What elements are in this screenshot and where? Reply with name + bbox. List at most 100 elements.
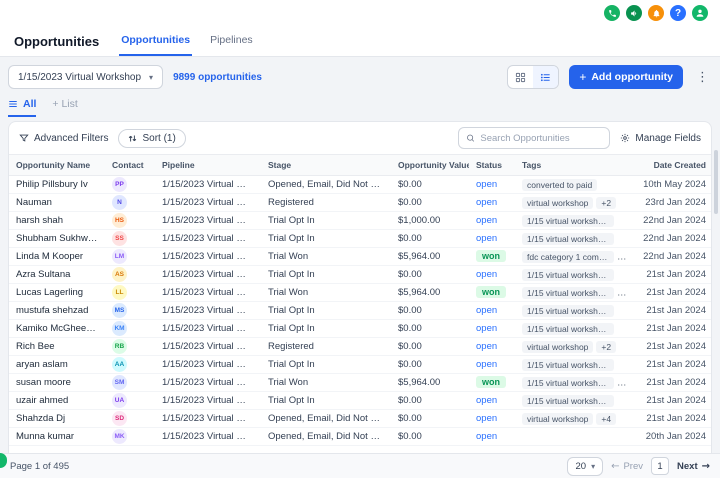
- tab-all[interactable]: All: [8, 93, 36, 117]
- date-cell: 21st Jan 2024: [633, 410, 712, 428]
- table-row[interactable]: Kamiko McGhee Thacker KM 1/15/2023 Virtu…: [9, 320, 712, 338]
- opportunity-name[interactable]: Kamiko McGhee Thacker: [9, 320, 105, 338]
- contact-avatar[interactable]: AS: [112, 267, 127, 282]
- contact-avatar[interactable]: UA: [112, 393, 127, 408]
- col-header-pipeline[interactable]: Pipeline: [155, 155, 261, 176]
- table-row[interactable]: aryan aslam AA 1/15/2023 Virtual Worksho…: [9, 356, 712, 374]
- contact-avatar[interactable]: SS: [112, 231, 127, 246]
- prev-page-button[interactable]: ← Prev: [611, 461, 643, 472]
- col-header-tags[interactable]: Tags: [515, 155, 633, 176]
- opportunity-name[interactable]: uzair ahmed: [9, 392, 105, 410]
- table-row[interactable]: Shahzda Dj SD 1/15/2023 Virtual Workshop…: [9, 410, 712, 428]
- phone-icon[interactable]: [604, 5, 620, 21]
- table-row[interactable]: uzair ahmed UA 1/15/2023 Virtual Worksho…: [9, 392, 712, 410]
- user-avatar[interactable]: [692, 5, 708, 21]
- tag-more-count[interactable]: +2: [596, 197, 616, 209]
- contact-avatar[interactable]: SD: [112, 411, 127, 426]
- tab-pipelines[interactable]: Pipelines: [208, 26, 255, 56]
- contact-avatar[interactable]: N: [112, 195, 127, 210]
- table-row[interactable]: Nauman N 1/15/2023 Virtual Workshop Regi…: [9, 194, 712, 212]
- table-row[interactable]: Munna kumar MK 1/15/2023 Virtual Worksho…: [9, 428, 712, 446]
- opportunity-name[interactable]: Linda M Kooper: [9, 248, 105, 266]
- grid-view-button[interactable]: [508, 66, 533, 88]
- opportunity-name[interactable]: Munna kumar: [9, 428, 105, 446]
- contact-cell: LL: [105, 284, 155, 302]
- page-size-select[interactable]: 20 ▾: [567, 457, 603, 476]
- tab-opportunities[interactable]: Opportunities: [119, 26, 192, 56]
- table-row[interactable]: Rich Bee RB 1/15/2023 Virtual Workshop R…: [9, 338, 712, 356]
- opportunity-name[interactable]: Nauman: [9, 194, 105, 212]
- col-header-date-created[interactable]: Date Created: [633, 155, 712, 176]
- table-row[interactable]: Lucas Lagerling LL 1/15/2023 Virtual Wor…: [9, 284, 712, 302]
- col-header-opportunity-name[interactable]: Opportunity Name: [9, 155, 105, 176]
- table-row[interactable]: harsh shah HS 1/15/2023 Virtual Workshop…: [9, 212, 712, 230]
- opportunity-name[interactable]: Shubham Sukhwani: [9, 230, 105, 248]
- pipeline-select[interactable]: 1/15/2023 Virtual Workshop ▾: [8, 65, 163, 89]
- contact-avatar[interactable]: MK: [112, 429, 127, 444]
- opportunity-name[interactable]: Shahzda Dj: [9, 410, 105, 428]
- table-row[interactable]: Shubham Sukhwani SS 1/15/2023 Virtual Wo…: [9, 230, 712, 248]
- advanced-filters-button[interactable]: Advanced Filters: [19, 133, 108, 144]
- col-header-stage[interactable]: Stage: [261, 155, 391, 176]
- contact-avatar[interactable]: RB: [112, 339, 127, 354]
- tag-pill: converted to paid: [522, 179, 597, 191]
- opportunity-name[interactable]: aryan aslam: [9, 356, 105, 374]
- tab-add-list[interactable]: + List: [52, 93, 77, 117]
- pipeline-cell: 1/15/2023 Virtual Workshop: [155, 266, 261, 284]
- table-row[interactable]: Linda M Kooper LM 1/15/2023 Virtual Work…: [9, 248, 712, 266]
- table-row[interactable]: Azra Sultana AS 1/15/2023 Virtual Worksh…: [9, 266, 712, 284]
- megaphone-icon[interactable]: [626, 5, 642, 21]
- tags-cell: 1/15 virtual workshop trial opt in: [515, 392, 633, 410]
- tag-more-count[interactable]: +2: [596, 341, 616, 353]
- list-view-button[interactable]: [533, 66, 558, 88]
- vertical-scrollbar[interactable]: [714, 150, 718, 214]
- contact-avatar[interactable]: KM: [112, 321, 127, 336]
- contact-avatar[interactable]: HS: [112, 213, 127, 228]
- pipeline-cell: 1/15/2023 Virtual Workshop: [155, 356, 261, 374]
- col-header-status[interactable]: Status: [469, 155, 515, 176]
- tag-pill: 1/15 virtual workshop trial opt in: [522, 305, 614, 317]
- add-opportunity-button[interactable]: + Add opportunity: [569, 65, 683, 89]
- contact-avatar[interactable]: AA: [112, 357, 127, 372]
- table-row[interactable]: susan moore SM 1/15/2023 Virtual Worksho…: [9, 374, 712, 392]
- manage-fields-label: Manage Fields: [635, 133, 701, 144]
- contact-avatar[interactable]: PP: [112, 177, 127, 192]
- sort-button[interactable]: Sort (1): [118, 129, 185, 148]
- opportunity-name[interactable]: Rich Bee: [9, 338, 105, 356]
- tag-more-count[interactable]: +4: [596, 413, 616, 425]
- date-cell: 21st Jan 2024: [633, 302, 712, 320]
- page-count-label: Page 1 of 495: [10, 461, 69, 472]
- pipeline-cell: 1/15/2023 Virtual Workshop: [155, 392, 261, 410]
- tags-cell: 1/15 virtual workshop trial opt in: [515, 356, 633, 374]
- current-page-button[interactable]: 1: [651, 457, 669, 475]
- col-header-opportunity-value[interactable]: Opportunity Value ▾: [391, 155, 469, 176]
- status-badge: open: [476, 341, 497, 352]
- search-icon: [466, 133, 475, 143]
- search-input[interactable]: [480, 133, 602, 144]
- table-row[interactable]: mustufa shehzad MS 1/15/2023 Virtual Wor…: [9, 302, 712, 320]
- add-opportunity-label: Add opportunity: [591, 71, 673, 83]
- stage-cell: Trial Opt In: [261, 212, 391, 230]
- header-tabs: Opportunities Pipelines: [119, 26, 254, 56]
- opportunity-name[interactable]: Philip Pillsbury Iv: [9, 176, 105, 194]
- next-page-button[interactable]: Next →: [677, 461, 710, 472]
- contact-cell: MS: [105, 302, 155, 320]
- opportunity-name[interactable]: mustufa shehzad: [9, 302, 105, 320]
- opportunity-name[interactable]: harsh shah: [9, 212, 105, 230]
- kebab-menu-icon[interactable]: ⋮: [693, 69, 712, 85]
- value-cell: $0.00: [391, 230, 469, 248]
- contact-avatar[interactable]: LL: [112, 285, 127, 300]
- opportunity-name[interactable]: Azra Sultana: [9, 266, 105, 284]
- opportunity-name[interactable]: susan moore: [9, 374, 105, 392]
- value-cell: $5,964.00: [391, 284, 469, 302]
- help-icon[interactable]: ?: [670, 5, 686, 21]
- col-header-contact[interactable]: Contact: [105, 155, 155, 176]
- contact-avatar[interactable]: LM: [112, 249, 127, 264]
- table-row[interactable]: Philip Pillsbury Iv PP 1/15/2023 Virtual…: [9, 176, 712, 194]
- opportunity-name[interactable]: Lucas Lagerling: [9, 284, 105, 302]
- contact-avatar[interactable]: SM: [112, 375, 127, 390]
- date-cell: 21st Jan 2024: [633, 374, 712, 392]
- manage-fields-button[interactable]: Manage Fields: [620, 133, 701, 144]
- bell-icon[interactable]: [648, 5, 664, 21]
- contact-avatar[interactable]: MS: [112, 303, 127, 318]
